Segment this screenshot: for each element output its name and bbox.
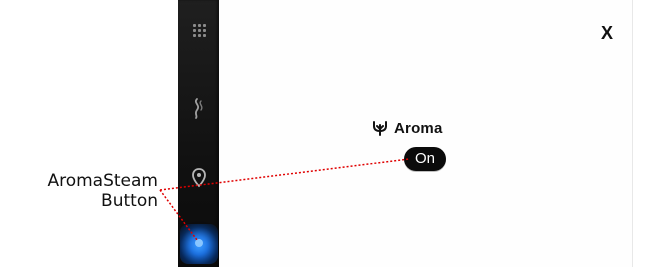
steam-icon-svg <box>194 98 203 119</box>
steam-icon[interactable] <box>189 96 209 120</box>
grid-icon[interactable] <box>192 24 206 38</box>
pin-icon[interactable] <box>189 166 209 190</box>
grid-dot <box>192 34 196 37</box>
aroma-label: Aroma <box>394 119 443 137</box>
aroma-icon <box>373 121 387 136</box>
aroma-steam-indicator-icon <box>195 239 203 247</box>
pin-icon-svg <box>192 168 206 188</box>
grid-dot <box>202 29 206 32</box>
aroma-title: Aroma <box>372 118 443 138</box>
grid-dot <box>192 29 196 32</box>
annotation-label-line-2: Button <box>101 191 158 211</box>
aroma-toggle-button[interactable]: On <box>404 147 446 171</box>
grid-dot <box>197 29 201 32</box>
grid-dot <box>197 24 201 27</box>
grid-dot <box>202 34 206 37</box>
close-icon[interactable]: X <box>598 24 616 42</box>
aroma-steam-button[interactable] <box>180 224 218 264</box>
grid-dot <box>197 34 201 37</box>
grid-dot <box>192 24 196 27</box>
aroma-settings-screenshot: X Aroma On AromaSteam Button <box>0 0 646 267</box>
grid-dot <box>202 24 206 27</box>
annotation-label-line-1: AromaSteam <box>47 171 158 191</box>
